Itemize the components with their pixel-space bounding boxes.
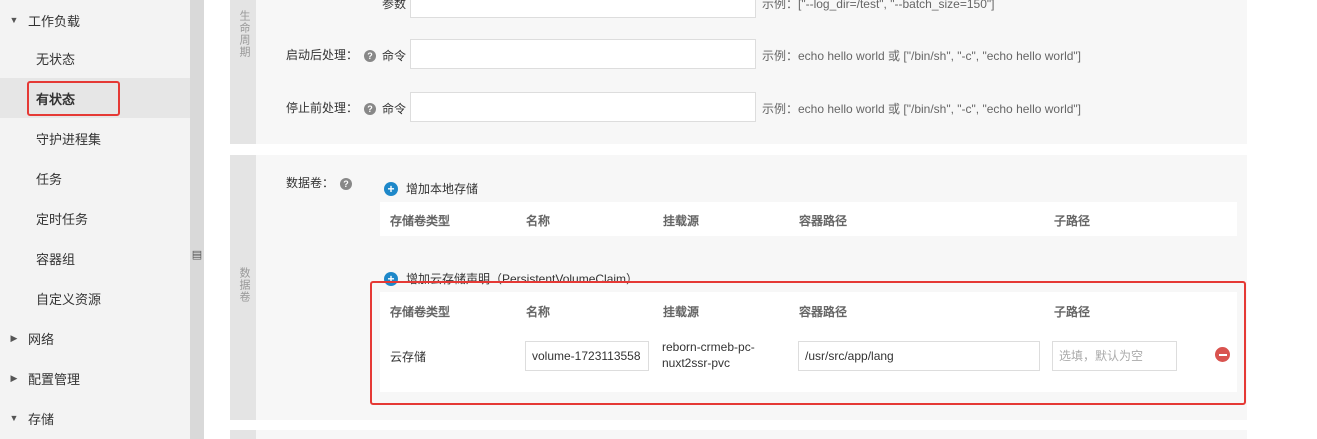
command-label: 命令 bbox=[382, 49, 407, 63]
add-pvc-button[interactable]: + 增加云存储声明（PersistentVolumeClaim） bbox=[384, 270, 638, 287]
column-header: 容器路径 bbox=[799, 214, 848, 228]
sidebar-border bbox=[190, 0, 204, 439]
caret-right-icon: ▶ bbox=[10, 372, 18, 383]
nav-group-label: 工作负载 bbox=[28, 13, 81, 29]
sidebar-item-cronjob[interactable]: 定时任务 bbox=[0, 198, 190, 238]
pre-stop-label: 停止前处理：? bbox=[286, 99, 377, 116]
sidebar-item-custom-resource[interactable]: 自定义资源 bbox=[0, 278, 190, 318]
column-header: 存储卷类型 bbox=[390, 214, 451, 228]
pre-stop-hint: 示例：echo hello world 或 ["/bin/sh", "-c", … bbox=[762, 102, 1082, 116]
sidebar-item-job[interactable]: 任务 bbox=[0, 158, 190, 198]
post-start-hint: 示例：echo hello world 或 ["/bin/sh", "-c", … bbox=[762, 49, 1082, 63]
volumes-tab-label: 数据卷 bbox=[238, 267, 250, 303]
params-hint: 示例：["--log_dir=/test", "--batch_size=150… bbox=[762, 0, 995, 11]
nav-group-storage[interactable]: ▼ 存储 bbox=[0, 398, 190, 438]
column-header: 容器路径 bbox=[799, 305, 848, 319]
help-icon[interactable]: ? bbox=[364, 102, 377, 115]
lifecycle-tab-label: 生命周期 bbox=[238, 10, 250, 58]
collapse-sidebar-icon[interactable]: ▤ bbox=[192, 245, 202, 263]
volume-name-input[interactable] bbox=[525, 341, 649, 371]
container-path-input[interactable] bbox=[798, 341, 1040, 371]
params-input[interactable] bbox=[410, 0, 756, 18]
nav-group-label: 存储 bbox=[28, 411, 55, 427]
column-header: 挂载源 bbox=[663, 214, 700, 228]
post-start-label: 启动后处理：? bbox=[286, 46, 377, 63]
sidebar-item-pod[interactable]: 容器组 bbox=[0, 238, 190, 278]
command-label: 命令 bbox=[382, 102, 407, 116]
sidebar-item-stateless[interactable]: 无状态 bbox=[0, 38, 190, 78]
post-start-command-input[interactable] bbox=[410, 39, 756, 69]
mount-source: reborn-crmeb-pc- nuxt2ssr-pvc bbox=[662, 339, 755, 371]
add-pvc-label: 增加云存储声明（PersistentVolumeClaim） bbox=[406, 272, 639, 286]
column-header: 名称 bbox=[526, 305, 551, 319]
column-header: 存储卷类型 bbox=[390, 305, 451, 319]
volumes-field-label: 数据卷：? bbox=[286, 174, 353, 191]
nav-group-label: 配置管理 bbox=[28, 371, 81, 387]
sidebar-item-daemonset[interactable]: 守护进程集 bbox=[0, 118, 190, 158]
local-storage-table: 存储卷类型 名称 挂载源 容器路径 子路径 bbox=[380, 202, 1237, 236]
column-header: 名称 bbox=[526, 214, 551, 228]
remove-volume-icon[interactable] bbox=[1215, 347, 1230, 362]
column-header: 子路径 bbox=[1054, 214, 1091, 228]
help-icon[interactable]: ? bbox=[364, 49, 377, 62]
nav-group-config[interactable]: ▶ 配置管理 bbox=[0, 358, 190, 398]
volume-type: 云存储 bbox=[390, 350, 427, 364]
next-section bbox=[230, 430, 1247, 439]
nav-group-label: 网络 bbox=[28, 331, 55, 347]
sidebar: ▼ 工作负载 无状态 有状态 守护进程集 任务 定时任务 容器组 自定义资源 ▶… bbox=[0, 0, 190, 439]
caret-down-icon: ▼ bbox=[9, 413, 19, 423]
params-label: 参数 bbox=[382, 0, 407, 11]
caret-down-icon: ▼ bbox=[9, 15, 19, 25]
section-tab bbox=[230, 430, 256, 439]
nav-group-workload[interactable]: ▼ 工作负载 bbox=[0, 0, 190, 40]
help-icon[interactable]: ? bbox=[340, 177, 353, 190]
highlight-box bbox=[27, 81, 120, 116]
lifecycle-section: 生命周期 bbox=[230, 0, 1247, 144]
section-tab: 数据卷 bbox=[230, 155, 256, 420]
pvc-table: 存储卷类型 名称 挂载源 容器路径 子路径 云存储 reborn-crmeb-p… bbox=[380, 292, 1237, 392]
plus-circle-icon: + bbox=[384, 271, 398, 286]
sidebar-item-stateful[interactable]: 有状态 bbox=[0, 78, 190, 118]
mount-source-line: reborn-crmeb-pc- bbox=[662, 340, 755, 354]
nav-group-network[interactable]: ▶ 网络 bbox=[0, 318, 190, 358]
add-local-storage-button[interactable]: + 增加本地存储 bbox=[384, 180, 478, 197]
mount-source-line: nuxt2ssr-pvc bbox=[662, 356, 731, 370]
subpath-input[interactable] bbox=[1052, 341, 1177, 371]
caret-right-icon: ▶ bbox=[10, 332, 18, 343]
section-tab: 生命周期 bbox=[230, 0, 256, 144]
column-header: 子路径 bbox=[1054, 305, 1091, 319]
plus-circle-icon: + bbox=[384, 181, 398, 196]
column-header: 挂载源 bbox=[663, 305, 700, 319]
pre-stop-command-input[interactable] bbox=[410, 92, 756, 122]
add-local-storage-label: 增加本地存储 bbox=[406, 182, 479, 196]
